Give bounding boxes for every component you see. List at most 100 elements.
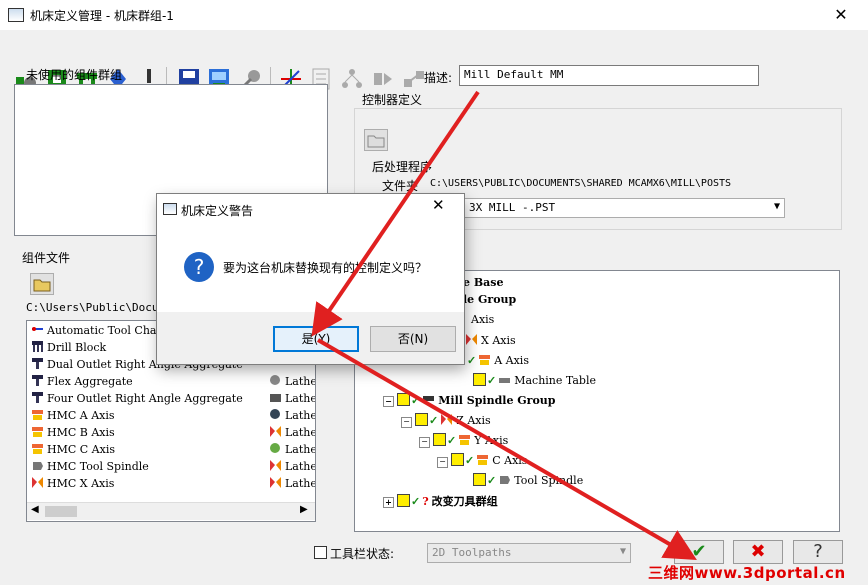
collapse-icon[interactable]: − <box>419 437 430 448</box>
tree-node[interactable]: + ✓? 改变刀具群组 <box>383 493 498 511</box>
dialog-message: 要为这台机床替换现有的控制定义吗？ <box>223 261 428 275</box>
list-item[interactable]: HMC B Axis <box>31 425 115 442</box>
no-button[interactable]: 否(N) <box>370 326 456 352</box>
tree-icon[interactable] <box>340 67 364 91</box>
spindle-icon <box>33 462 43 470</box>
description-label: 描述: <box>424 71 453 85</box>
question-icon: ? <box>184 252 214 282</box>
tree-node[interactable]: le Group <box>463 293 516 311</box>
check-icon: ✓ <box>487 474 497 487</box>
collapse-icon[interactable]: − <box>401 417 412 428</box>
tree-node[interactable]: − ✓ Mill Spindle Group <box>383 393 556 411</box>
check-icon: ✓ <box>411 495 421 508</box>
open-folder-button[interactable] <box>30 273 54 295</box>
tree-node[interactable]: e Base <box>463 276 503 294</box>
component-box-icon <box>473 473 486 486</box>
post-select[interactable]: 3X MILL -.PST ▼ <box>464 198 785 218</box>
list-item[interactable]: Drill Block <box>31 340 106 357</box>
component-files-label: 组件文件 <box>22 251 71 265</box>
list-item[interactable]: HMC X Axis <box>31 476 114 493</box>
check-icon: ✓ <box>465 454 475 467</box>
watermark: 三维网www.3dportal.cn <box>648 564 846 582</box>
scroll-left-arrow[interactable]: ◀ <box>31 504 39 515</box>
check-icon: ✓ <box>487 374 497 387</box>
post-processor-label: 后处理程序 <box>372 160 433 174</box>
axis-icon <box>479 355 491 365</box>
tree-node[interactable]: X Axis <box>465 333 516 351</box>
open-controller-button[interactable] <box>364 129 388 151</box>
list-item-type: Lathe <box>269 459 315 476</box>
tree-node[interactable]: ✓ Machine Table <box>473 373 596 391</box>
description-input[interactable]: Mill Default MM <box>459 65 759 86</box>
axis-icon <box>459 435 471 445</box>
aggregate-icon <box>32 375 43 386</box>
list-item[interactable]: Four Outlet Right Angle Aggregate <box>31 391 243 408</box>
export-icon[interactable] <box>371 67 395 91</box>
lathe-icon <box>270 460 281 471</box>
aggregate-icon <box>32 358 43 369</box>
unused-groups-label: 未使用的组件群组 <box>26 68 123 82</box>
dialog-title: 机床定义警告 <box>181 204 254 218</box>
chevron-down-icon: ▼ <box>773 201 780 212</box>
table-icon <box>499 378 511 383</box>
tree-node[interactable]: − ✓ C Axis <box>437 453 527 471</box>
expand-icon[interactable]: + <box>383 497 394 508</box>
component-box-icon <box>415 413 428 426</box>
controller-label: 控制器定义 <box>362 93 423 107</box>
list-item[interactable]: HMC A Axis <box>31 408 115 425</box>
component-box-icon <box>397 393 410 406</box>
chevron-down-icon: ▼ <box>619 546 626 557</box>
ok-button[interactable]: ✔ <box>674 540 724 564</box>
list-item-type: Lathe <box>269 476 315 493</box>
list-item[interactable]: HMC Tool Spindle <box>31 459 149 476</box>
list-item[interactable]: HMC C Axis <box>31 442 115 459</box>
atc-icon <box>32 327 43 331</box>
lathe-icon <box>270 426 281 437</box>
axis-icon <box>32 410 43 420</box>
list-item-type: Lathe <box>269 408 315 425</box>
help-button[interactable]: ? <box>793 540 843 564</box>
yes-button[interactable]: 是(Y) <box>273 326 359 352</box>
tree-node[interactable]: ✓ A Axis <box>467 353 529 371</box>
list-item-type: Lathe <box>269 442 315 459</box>
spindle-icon <box>500 476 511 484</box>
collapse-icon[interactable]: − <box>437 457 448 468</box>
component-box-icon <box>433 433 446 446</box>
dialog-close-button[interactable]: ✕ <box>432 196 445 214</box>
lathe-icon <box>270 409 280 419</box>
axis-icon <box>466 334 477 345</box>
check-icon: ✓ <box>429 414 439 427</box>
window-title: 机床定义管理 - 机床群组-1 <box>30 9 174 23</box>
question-icon: ? <box>422 495 429 508</box>
toolbar-state-checkbox[interactable] <box>314 546 327 559</box>
check-icon: ✓ <box>467 354 477 367</box>
toolbar-state-select[interactable]: 2D Toolpaths ▼ <box>427 543 631 563</box>
title-bar: 机床定义管理 - 机床群组-1 ✕ <box>0 0 868 30</box>
scroll-right-arrow[interactable]: ▶ <box>300 504 308 515</box>
lathe-icon <box>270 375 280 385</box>
tree-node[interactable]: − ✓ Z Axis <box>401 413 491 431</box>
folder-path: C:\USERS\PUBLIC\DOCUMENTS\SHARED MCAMX6\… <box>430 178 732 189</box>
scroll-thumb[interactable] <box>45 506 77 517</box>
list-item-type: Lathe <box>269 374 315 391</box>
tree-node[interactable]: Axis <box>471 313 494 331</box>
toolbar-state-label: 工具栏状态: <box>330 547 395 561</box>
list-item[interactable]: Automatic Tool Chan <box>31 323 164 340</box>
dialog-app-icon <box>163 203 177 215</box>
list-item-type: Lathe <box>269 391 315 408</box>
list-item[interactable]: Flex Aggregate <box>31 374 133 391</box>
drill-block-icon <box>32 341 43 352</box>
import-icon[interactable] <box>402 67 426 91</box>
tree-node[interactable]: ✓ Tool Spindle <box>473 473 583 491</box>
collapse-icon[interactable]: − <box>383 396 394 407</box>
check-icon: ✓ <box>447 434 457 447</box>
toolbar <box>0 30 868 91</box>
folder-icon <box>33 279 51 292</box>
cancel-button[interactable]: ✖ <box>733 540 783 564</box>
list-item-type: Lathe <box>269 425 315 442</box>
component-box-icon <box>473 373 486 386</box>
close-window-button[interactable]: ✕ <box>826 0 856 30</box>
horizontal-scrollbar[interactable]: ◀ ▶ <box>27 502 315 520</box>
app-icon <box>8 8 24 22</box>
tree-node[interactable]: − ✓ Y Axis <box>419 433 508 451</box>
